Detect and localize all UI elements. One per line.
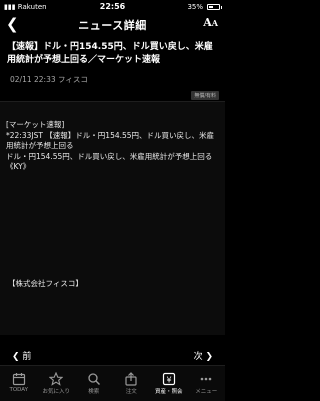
article-company: 【株式会社フィスコ】: [8, 279, 83, 288]
article-text: [マーケット速報] *22:33JST 【速報】ドル・円154.55円、ドル買い…: [6, 120, 215, 171]
svg-text:¥: ¥: [166, 376, 171, 385]
battery-percent: 35%: [187, 3, 203, 11]
prev-article-button[interactable]: ❮ 前: [12, 349, 31, 362]
tab-menu[interactable]: メニュー: [188, 366, 226, 401]
tab-assets[interactable]: ¥ 資産・照会: [150, 366, 188, 401]
tab-label: お気に入り: [42, 389, 70, 395]
nav-bar: ❮ ニュース詳細 AA: [0, 14, 225, 36]
article-source: フィスコ: [58, 75, 88, 84]
tab-label: 資産・照会: [154, 389, 183, 395]
article-date: 02/11 22:33 フィスコ: [10, 74, 88, 85]
tab-bar: TODAY お気に入り 検索 注文 ¥ 資産・照会 メニュー: [0, 365, 225, 401]
chevron-left-icon: ❮: [12, 352, 20, 362]
tab-label: メニュー: [195, 389, 218, 395]
tab-label: TODAY: [9, 387, 29, 393]
yen-icon: ¥: [162, 372, 175, 386]
star-icon: [49, 372, 64, 386]
tab-search[interactable]: 検索: [75, 366, 113, 401]
page-title: ニュース詳細: [78, 19, 147, 32]
status-bar: ▮▮▮ Rakuten 22:56 35%: [0, 0, 225, 14]
article-body: [マーケット速報] *22:33JST 【速報】ドル・円154.55円、ドル買い…: [0, 101, 225, 335]
calendar-icon: [12, 373, 25, 386]
article-datetime: 02/11 22:33: [10, 75, 56, 84]
tab-favorites[interactable]: お気に入り: [38, 366, 76, 401]
tab-order[interactable]: 注文: [113, 366, 151, 401]
article-pager: ❮ 前 次 ❯: [0, 342, 225, 364]
price-badge: 無償/有料: [191, 91, 219, 100]
upload-icon: [125, 372, 137, 386]
chevron-right-icon: ❯: [205, 352, 213, 362]
tab-label: 注文: [125, 389, 137, 395]
battery-icon: [207, 4, 222, 10]
tab-today[interactable]: TODAY: [0, 366, 38, 401]
article-headline: 【速報】ドル・円154.55円、ドル買い戻し、米雇用統計が予想上回る／マーケット…: [7, 42, 213, 65]
tab-label: 検索: [88, 389, 100, 395]
font-size-button[interactable]: AA: [203, 16, 218, 29]
menu-icon: [200, 377, 212, 381]
search-icon: [88, 373, 100, 385]
next-article-button[interactable]: 次 ❯: [194, 349, 213, 362]
